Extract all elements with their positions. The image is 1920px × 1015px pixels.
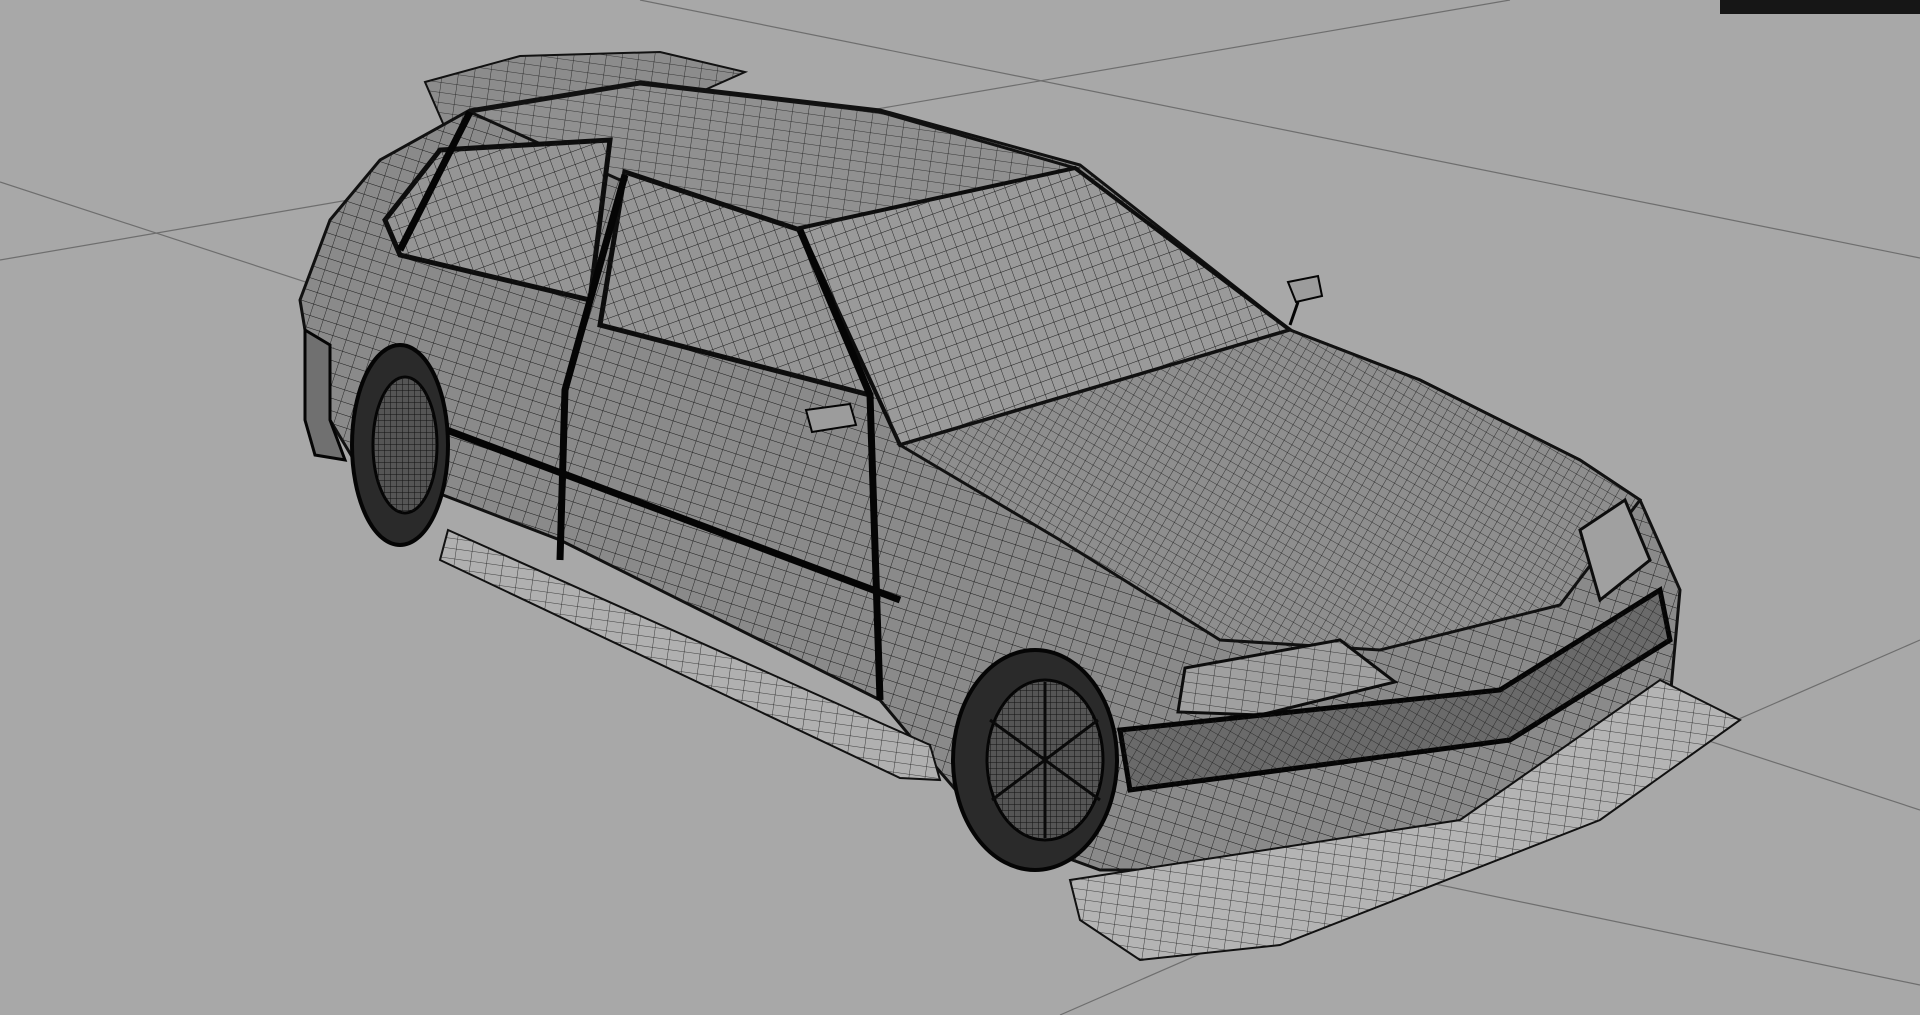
3d-viewport[interactable]: [0, 0, 1920, 1015]
viewport-canvas[interactable]: [0, 0, 1920, 1015]
side-mirror-right: [1286, 274, 1324, 326]
viewport-corner-panel: [1720, 0, 1920, 14]
rear-wheel: [350, 343, 450, 547]
front-wheel: [951, 648, 1119, 872]
